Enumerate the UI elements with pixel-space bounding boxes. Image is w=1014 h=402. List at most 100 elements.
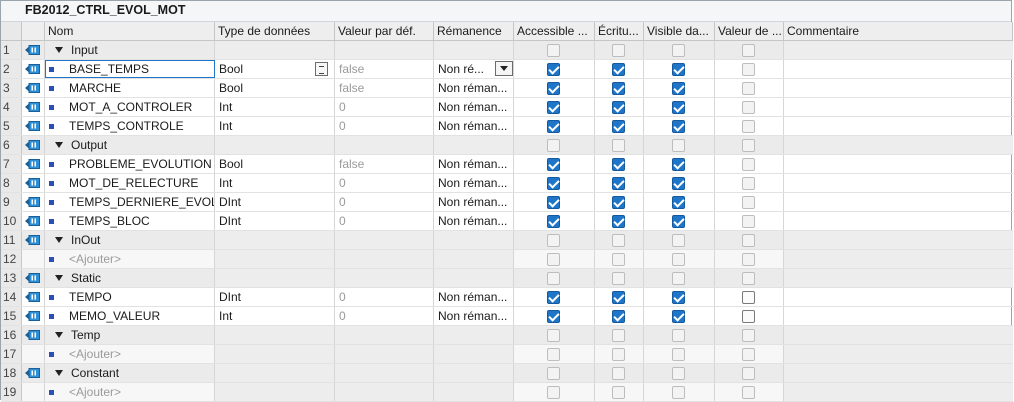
visible-checkbox[interactable] (672, 367, 685, 380)
accessible-checkbox[interactable] (547, 177, 560, 190)
accessible-checkbox[interactable] (547, 348, 560, 361)
comment-cell[interactable] (784, 117, 1013, 135)
retain-cell[interactable] (434, 231, 514, 249)
accessible-checkbox[interactable] (547, 310, 560, 323)
section-row[interactable]: 18 Constant (1, 364, 1013, 383)
setpoint-checkbox[interactable] (742, 139, 755, 152)
table-row[interactable]: 10 TEMPS_BLOC DInt 0 Non réman... (1, 212, 1013, 231)
table-row[interactable]: 14 TEMPO DInt 0 Non réman... (1, 288, 1013, 307)
expand-triangle-icon[interactable] (55, 47, 63, 54)
visible-checkbox[interactable] (672, 291, 685, 304)
accessible-checkbox[interactable] (547, 253, 560, 266)
section-row[interactable]: 16 Temp (1, 326, 1013, 345)
retain-cell[interactable] (434, 250, 514, 268)
comment-cell[interactable] (784, 212, 1013, 230)
data-type-cell[interactable]: Int (215, 117, 335, 135)
data-type-cell[interactable] (215, 136, 335, 154)
add-placeholder[interactable]: <Ajouter> (49, 347, 121, 361)
add-placeholder[interactable]: <Ajouter> (49, 385, 121, 399)
retain-cell[interactable]: Non réman... (434, 155, 514, 173)
header-accessible[interactable]: Accessible ... (514, 22, 595, 40)
accessible-checkbox[interactable] (547, 120, 560, 133)
visible-checkbox[interactable] (672, 101, 685, 114)
section-row[interactable]: 1 Input (1, 41, 1013, 60)
add-row[interactable]: 17 <Ajouter> (1, 345, 1013, 364)
default-value-cell[interactable]: 0 (335, 193, 434, 211)
chevron-down-icon[interactable] (495, 61, 513, 76)
data-type-cell[interactable]: DInt (215, 288, 335, 306)
setpoint-checkbox[interactable] (742, 329, 755, 342)
header-default-value[interactable]: Valeur par déf. (335, 22, 434, 40)
setpoint-checkbox[interactable] (742, 120, 755, 133)
table-row[interactable]: 3 MARCHE Bool false Non réman... (1, 79, 1013, 98)
setpoint-checkbox[interactable] (742, 291, 755, 304)
visible-checkbox[interactable] (672, 82, 685, 95)
retain-cell[interactable] (434, 269, 514, 287)
header-data-type[interactable]: Type de données (215, 22, 335, 40)
default-value-cell[interactable] (335, 269, 434, 287)
default-value-cell[interactable]: false (335, 79, 434, 97)
data-type-cell[interactable]: Int (215, 98, 335, 116)
name-cell[interactable]: InOut (45, 231, 215, 249)
expand-triangle-icon[interactable] (55, 237, 63, 244)
setpoint-checkbox[interactable] (742, 348, 755, 361)
visible-checkbox[interactable] (672, 158, 685, 171)
name-cell[interactable]: BASE_TEMPS (45, 60, 215, 78)
writable-checkbox[interactable] (612, 82, 625, 95)
comment-cell[interactable] (784, 136, 1013, 154)
retain-cell[interactable] (434, 364, 514, 382)
retain-cell[interactable] (434, 136, 514, 154)
comment-cell[interactable] (784, 98, 1013, 116)
setpoint-checkbox[interactable] (742, 215, 755, 228)
accessible-checkbox[interactable] (547, 234, 560, 247)
table-row[interactable]: 4 MOT_A_CONTROLER Int 0 Non réman... (1, 98, 1013, 117)
section-row[interactable]: 13 Static (1, 269, 1013, 288)
writable-checkbox[interactable] (612, 139, 625, 152)
name-cell[interactable]: TEMPS_CONTROLE (45, 117, 215, 135)
default-value-cell[interactable]: 0 (335, 212, 434, 230)
table-row[interactable]: 5 TEMPS_CONTROLE Int 0 Non réman... (1, 117, 1013, 136)
default-value-cell[interactable] (335, 231, 434, 249)
writable-checkbox[interactable] (612, 348, 625, 361)
accessible-checkbox[interactable] (547, 101, 560, 114)
comment-cell[interactable] (784, 288, 1013, 306)
comment-cell[interactable] (784, 41, 1013, 59)
comment-cell[interactable] (784, 231, 1013, 249)
comment-cell[interactable] (784, 269, 1013, 287)
comment-cell[interactable] (784, 79, 1013, 97)
comment-cell[interactable] (784, 193, 1013, 211)
name-cell[interactable]: TEMPS_DERNIERE_EVOL (45, 193, 215, 211)
writable-checkbox[interactable] (612, 44, 625, 57)
visible-checkbox[interactable] (672, 177, 685, 190)
name-cell[interactable]: Output (45, 136, 215, 154)
setpoint-checkbox[interactable] (742, 82, 755, 95)
section-row[interactable]: 6 Output (1, 136, 1013, 155)
name-cell[interactable]: PROBLEME_EVOLUTION (45, 155, 215, 173)
writable-checkbox[interactable] (612, 272, 625, 285)
data-type-cell[interactable] (215, 364, 335, 382)
accessible-checkbox[interactable] (547, 139, 560, 152)
default-value-cell[interactable] (335, 364, 434, 382)
header-writable[interactable]: Écritu... (595, 22, 644, 40)
header-name[interactable]: Nom (45, 22, 215, 40)
type-picker-icon[interactable] (315, 62, 328, 76)
data-type-cell[interactable] (215, 269, 335, 287)
comment-cell[interactable] (784, 326, 1013, 344)
visible-checkbox[interactable] (672, 44, 685, 57)
setpoint-checkbox[interactable] (742, 253, 755, 266)
comment-cell[interactable] (784, 383, 1013, 401)
default-value-cell[interactable]: 0 (335, 174, 434, 192)
setpoint-checkbox[interactable] (742, 310, 755, 323)
visible-checkbox[interactable] (672, 196, 685, 209)
visible-checkbox[interactable] (672, 386, 685, 399)
data-type-cell[interactable]: Bool (215, 60, 335, 78)
retain-cell[interactable]: Non réman... (434, 174, 514, 192)
comment-cell[interactable] (784, 60, 1013, 78)
name-cell[interactable]: TEMPS_BLOC (45, 212, 215, 230)
table-row[interactable]: 9 TEMPS_DERNIERE_EVOL DInt 0 Non réman... (1, 193, 1013, 212)
data-type-cell[interactable] (215, 383, 335, 401)
add-placeholder[interactable]: <Ajouter> (49, 252, 121, 266)
add-row[interactable]: 12 <Ajouter> (1, 250, 1013, 269)
setpoint-checkbox[interactable] (742, 63, 755, 76)
header-visible[interactable]: Visible da... (644, 22, 715, 40)
